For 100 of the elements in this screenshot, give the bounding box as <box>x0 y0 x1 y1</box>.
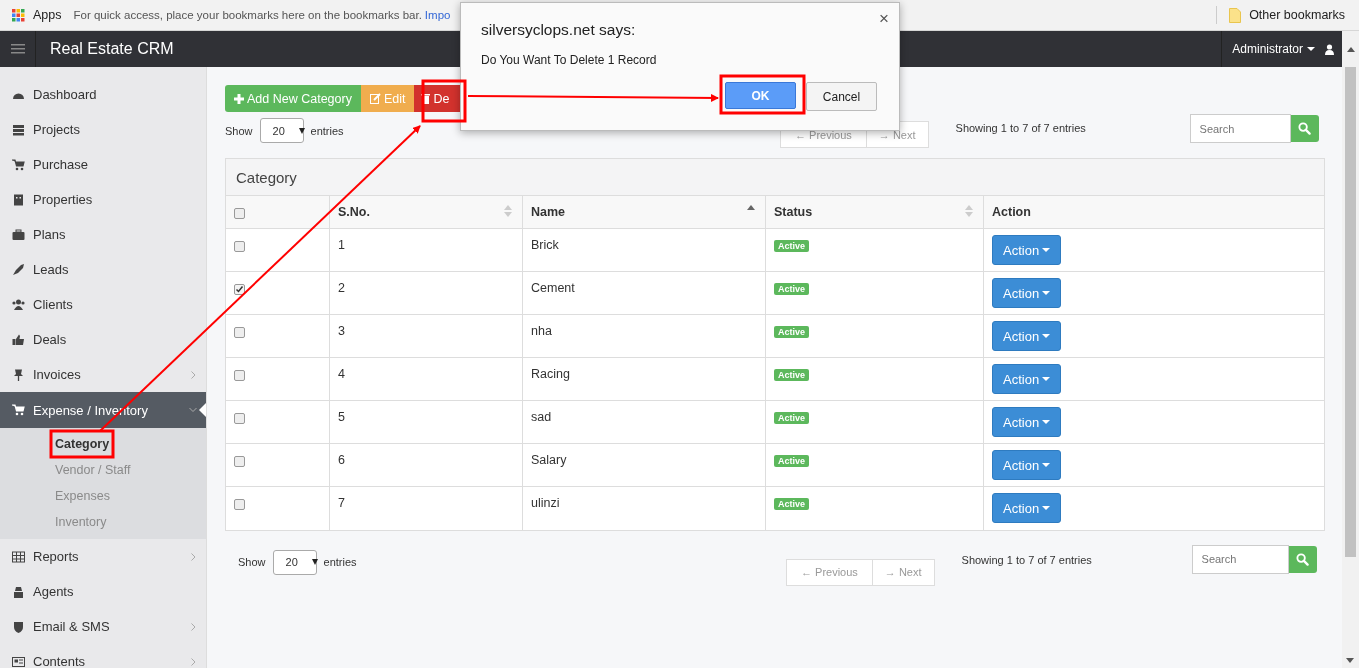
row-checkbox[interactable] <box>234 413 245 425</box>
status-label: Active <box>774 498 809 510</box>
app-title: Real Estate CRM <box>50 40 174 58</box>
table-cell: Racing <box>522 357 766 401</box>
sidebar-item[interactable]: Deals <box>0 322 206 357</box>
server-icon <box>12 123 25 136</box>
column-header: Action <box>983 196 1324 229</box>
scroll-down-icon[interactable] <box>1346 658 1354 663</box>
table-cell: Brick <box>522 228 766 272</box>
column-header[interactable]: S.No. <box>329 196 523 229</box>
action-dropdown-button[interactable]: Action <box>992 450 1062 480</box>
row-checkbox[interactable] <box>234 241 245 253</box>
table-cell: Salary <box>522 443 766 487</box>
menu-icon[interactable] <box>10 44 25 54</box>
table-cell: 7 <box>329 486 523 530</box>
search-button[interactable] <box>1288 545 1317 573</box>
row-checkbox[interactable] <box>234 456 245 468</box>
entries-label: entries <box>323 556 357 568</box>
sidebar-item[interactable]: Purchase <box>0 147 206 182</box>
table-cell: ulinzi <box>522 486 766 530</box>
cart-icon <box>12 158 25 171</box>
sidebar-item[interactable]: Plans <box>0 217 206 252</box>
status-label: Active <box>774 455 809 467</box>
action-dropdown-button[interactable]: Action <box>992 364 1062 394</box>
sidebar-item[interactable]: Agents <box>0 574 206 609</box>
sidebar-item[interactable]: Dashboard <box>0 77 206 112</box>
search-icon <box>1296 552 1310 566</box>
column-header[interactable]: Name <box>522 196 766 229</box>
table-icon <box>12 550 25 563</box>
trash-icon <box>421 93 431 104</box>
action-dropdown-button[interactable]: Action <box>992 321 1062 351</box>
plus-icon <box>234 93 244 104</box>
select-all-checkbox[interactable] <box>234 208 245 220</box>
table-cell: 1 <box>329 228 523 272</box>
sidebar-item[interactable]: Properties <box>0 182 206 217</box>
entries-label: entries <box>310 124 344 137</box>
table-cell: 5 <box>329 400 523 444</box>
apps-grid-icon[interactable] <box>12 8 25 22</box>
search-button[interactable] <box>1290 115 1319 142</box>
table-cell: 6 <box>329 443 523 487</box>
briefcase-icon <box>12 228 25 241</box>
newspaper-icon <box>12 655 25 668</box>
table-cell: 2 <box>329 271 523 315</box>
action-dropdown-button[interactable]: Action <box>992 235 1062 265</box>
table-cell: 4 <box>329 357 523 401</box>
status-label: Active <box>774 326 809 338</box>
show-label: Show <box>238 556 266 568</box>
table-cell: Cement <box>522 271 766 315</box>
close-button[interactable]: × <box>877 9 891 29</box>
table-cell: 3 <box>329 314 523 358</box>
status-label: Active <box>774 283 809 295</box>
sidebar-item[interactable]: Email & SMS <box>0 609 206 644</box>
action-dropdown-button[interactable]: Action <box>992 407 1062 437</box>
cart-icon <box>12 404 25 416</box>
table-cell: sad <box>522 400 766 444</box>
other-bookmarks-link[interactable]: Other bookmarks <box>1249 8 1345 22</box>
search-field[interactable]: Search <box>1189 114 1291 143</box>
cancel-button[interactable]: Cancel <box>806 82 877 111</box>
user-menu[interactable]: Administrator <box>1232 42 1303 56</box>
sidebar-item[interactable]: Clients <box>0 287 206 322</box>
dialog-message: Do You Want To Delete 1 Record <box>481 53 658 67</box>
scroll-up-icon[interactable] <box>1346 47 1355 52</box>
status-label: Active <box>774 412 809 424</box>
caret-icon <box>1307 47 1315 51</box>
status-label: Active <box>774 369 809 381</box>
bookmarks-hint: For quick access, place your bookmarks here on the bookmarks bar. <box>73 9 422 21</box>
action-dropdown-button[interactable]: Action <box>992 278 1062 308</box>
show-label: Show <box>225 124 253 137</box>
entries-select[interactable]: 20 <box>259 118 304 143</box>
sidebar-item[interactable]: Projects <box>0 112 206 147</box>
entries-info: Showing 1 to 7 of 7 entries <box>961 553 1093 566</box>
active-pointer <box>199 403 206 417</box>
building-icon <box>12 193 25 206</box>
action-dropdown-button[interactable]: Action <box>992 493 1062 523</box>
edit-icon <box>369 93 381 104</box>
search-field[interactable]: Search <box>1191 544 1289 574</box>
column-header[interactable]: Status <box>765 196 984 229</box>
user-icon <box>1325 43 1334 55</box>
table-cell: nha <box>522 314 766 358</box>
entries-select[interactable]: 20 <box>272 549 317 575</box>
status-label: Active <box>774 240 809 252</box>
row-checkbox[interactable] <box>234 370 245 382</box>
row-checkbox[interactable] <box>234 327 245 339</box>
pin-icon <box>12 368 25 381</box>
row-checkbox[interactable] <box>234 284 245 296</box>
scrollbar[interactable] <box>1342 67 1359 668</box>
search-icon <box>1298 122 1312 135</box>
sidebar-item[interactable]: Reports <box>0 539 206 574</box>
row-checkbox[interactable] <box>234 499 245 511</box>
thumbs-up-icon <box>12 333 25 346</box>
highlight-box <box>49 429 115 459</box>
submenu-item[interactable]: Category <box>0 431 206 457</box>
highlight-box <box>421 79 467 123</box>
folder-icon <box>1229 7 1242 23</box>
sidebar-item[interactable]: Leads <box>0 252 206 287</box>
apps-link[interactable]: Apps <box>33 8 62 22</box>
sidebar-item[interactable]: Contents <box>0 644 206 668</box>
sidebar-item[interactable]: Invoices <box>0 357 206 392</box>
entries-info: Showing 1 to 7 of 7 entries <box>955 122 1087 134</box>
import-link[interactable]: Impo <box>424 9 451 21</box>
